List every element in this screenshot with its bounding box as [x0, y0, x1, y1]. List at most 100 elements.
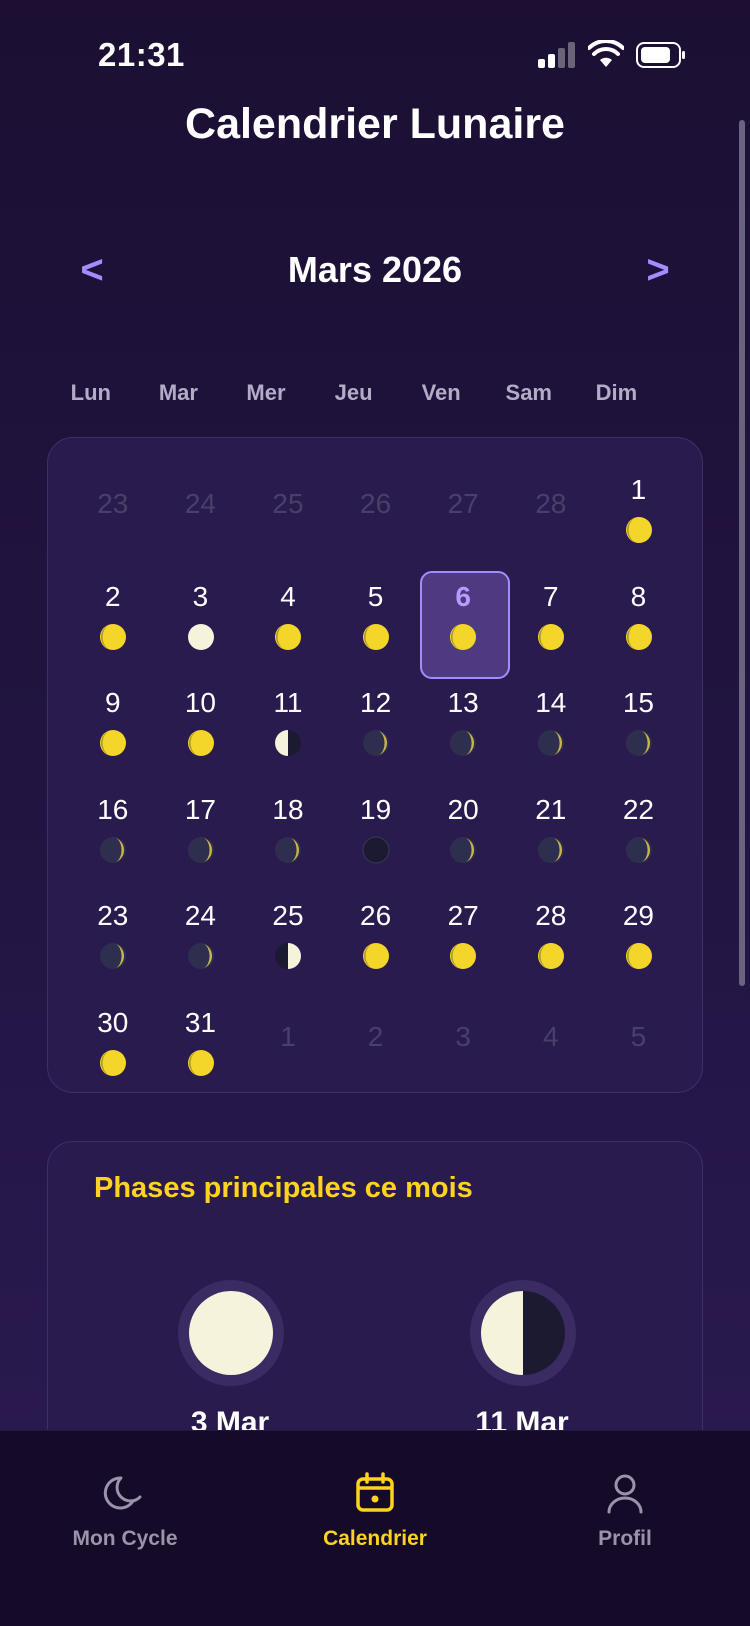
tab-mon-cycle[interactable]: Mon Cycle: [0, 1471, 250, 1551]
day-number: 13: [447, 687, 479, 718]
weekday-label: Sam: [505, 380, 552, 405]
calendar-day[interactable]: 8: [595, 555, 683, 659]
status-bar: 21:31: [0, 0, 750, 110]
day-number: 8: [630, 580, 647, 612]
waxing-gibbous-moon-icon: [625, 943, 652, 969]
day-number: 1: [630, 474, 647, 505]
calendar-day[interactable]: 11: [244, 661, 332, 765]
day-number: 18: [272, 793, 304, 825]
calendar-day[interactable]: 16: [69, 768, 157, 872]
waxing-gibbous-moon-icon: [538, 943, 564, 969]
waning-crescent-moon-icon: [187, 836, 214, 863]
next-month-button[interactable]: >: [628, 240, 688, 300]
tab-label: Calendrier: [323, 1527, 427, 1550]
tab-calendrier[interactable]: Calendrier: [250, 1471, 500, 1551]
first-quarter-moon-icon: [275, 943, 302, 969]
day-number: 7: [543, 580, 559, 612]
day-number: 24: [184, 900, 216, 931]
calendar-day[interactable]: 27: [419, 874, 507, 978]
calendar-day[interactable]: 20: [419, 768, 507, 872]
calendar-day[interactable]: 10: [157, 661, 245, 765]
calendar-day[interactable]: 3: [157, 555, 245, 659]
full-moon-icon: [189, 1291, 273, 1375]
weekday-label: Dim: [595, 380, 638, 405]
day-number: 5: [630, 1020, 647, 1052]
waning-gibbous-moon-icon: [275, 623, 302, 650]
wifi-icon: [588, 40, 624, 67]
calendar-day[interactable]: 31: [157, 981, 245, 1085]
waxing-crescent-moon-icon: [538, 836, 564, 863]
waxing-gibbous-moon-icon: [100, 623, 126, 650]
calendar-day[interactable]: 23: [69, 874, 157, 978]
day-number: 11: [273, 687, 303, 718]
tab-profil[interactable]: Profil: [500, 1471, 750, 1551]
day-number: 3: [192, 580, 209, 612]
calendar-day[interactable]: 9: [69, 661, 157, 765]
waning-crescent-moon-icon: [538, 730, 564, 756]
waxing-gibbous-moon-icon: [450, 943, 477, 969]
calendar-day[interactable]: 28: [507, 874, 595, 978]
day-number: 26: [360, 900, 392, 931]
calendar-day[interactable]: 6: [419, 555, 510, 679]
tab-bar: Mon Cycle Calendrier Profil: [0, 1430, 750, 1626]
day-number: 14: [535, 687, 567, 718]
calendar-day[interactable]: 1: [595, 448, 683, 552]
calendar-day[interactable]: 21: [507, 768, 595, 872]
day-number: 19: [360, 793, 392, 825]
calendar-day[interactable]: 26: [332, 874, 420, 978]
day-number: 6: [455, 580, 471, 612]
month-navigation: < Mars 2026 >: [0, 240, 750, 300]
day-number: 29: [622, 900, 654, 931]
calendar-day[interactable]: 7: [507, 555, 595, 659]
calendar-day-outside-month: 26: [332, 448, 420, 552]
weekday-label: Mar: [158, 380, 198, 405]
calendar-day[interactable]: 15: [595, 661, 683, 765]
day-number: 12: [360, 687, 392, 718]
calendar-day[interactable]: 18: [244, 768, 332, 872]
waning-gibbous-moon-icon: [187, 730, 214, 756]
calendar-day[interactable]: 4: [244, 555, 332, 659]
calendar-day[interactable]: 17: [157, 768, 245, 872]
waxing-crescent-moon-icon: [625, 836, 652, 863]
calendar-day-outside-month: 24: [157, 448, 245, 552]
weekday-label: Ven: [421, 380, 461, 405]
battery-icon: [636, 42, 685, 68]
calendar-day[interactable]: 5: [332, 555, 420, 659]
calendar-day[interactable]: 14: [507, 661, 595, 765]
last-quarter-moon-icon: [481, 1291, 565, 1375]
page-title: Calendrier Lunaire: [185, 100, 565, 148]
calendar-day-outside-month: 25: [244, 448, 332, 552]
tab-label: Profil: [598, 1527, 652, 1550]
calendar-day[interactable]: 2: [69, 555, 157, 659]
day-number: 1: [280, 1020, 296, 1052]
calendar-day-outside-month: 28: [507, 448, 595, 552]
day-number: 17: [184, 793, 216, 825]
calendar-day[interactable]: 24: [157, 874, 245, 978]
waning-crescent-moon-icon: [450, 730, 477, 756]
status-time: 21:31: [98, 36, 185, 73]
day-number: 28: [535, 488, 567, 519]
waning-gibbous-moon-icon: [450, 623, 477, 650]
calendar-day[interactable]: 19: [332, 768, 420, 872]
calendar-card: 23 24 25 26 27 28 1 2 3 4 5 6 7 8 9 10 11 12 13 14 15 16 17 18 1…: [47, 437, 703, 1093]
calendar-day[interactable]: 25: [244, 874, 332, 978]
day-number: 31: [184, 1006, 216, 1038]
day-number: 5: [367, 580, 384, 612]
waxing-gibbous-moon-icon: [362, 943, 389, 969]
calendar-day[interactable]: 22: [595, 768, 683, 872]
phase-ring: [178, 1280, 284, 1386]
phases-title: Phases principales ce mois: [94, 1172, 473, 1204]
day-number: 24: [184, 488, 216, 519]
waxing-gibbous-moon-icon: [100, 1049, 126, 1076]
calendar-day-outside-month: 27: [419, 448, 507, 552]
calendar-day[interactable]: 12: [332, 661, 420, 765]
calendar-day[interactable]: 13: [419, 661, 507, 765]
scrollbar[interactable]: [739, 120, 745, 986]
day-number: 2: [105, 580, 121, 612]
calendar-day[interactable]: 29: [595, 874, 683, 978]
calendar-day[interactable]: 30: [69, 981, 157, 1085]
weekday-label: Jeu: [334, 380, 373, 405]
day-number: 25: [272, 900, 304, 931]
day-number: 9: [105, 687, 121, 718]
calendar-day-outside-month: 23: [69, 448, 157, 552]
